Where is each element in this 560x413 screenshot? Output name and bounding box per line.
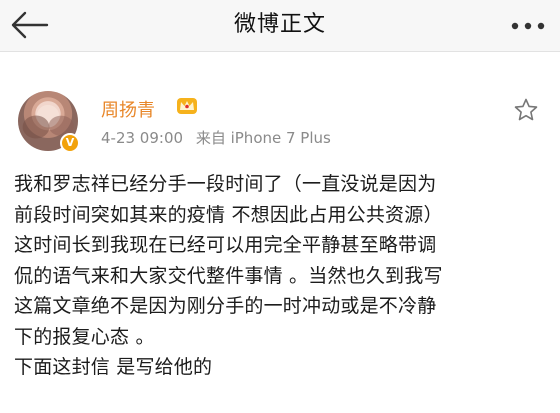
post-line: 侃的语气来和大家交代整件事情 。当然也久到我写: [14, 264, 443, 287]
author-name[interactable]: 周扬青: [101, 96, 155, 122]
verified-badge: V: [60, 133, 80, 153]
post-source: 来自 iPhone 7 Plus: [195, 129, 331, 147]
more-dots-icon: [511, 22, 545, 30]
post-line: 我和罗志祥已经分手一段时间了（一直没说是因为: [14, 173, 437, 195]
page-title: 微博正文: [233, 12, 326, 37]
post-content: 我和罗志祥已经分手一段时间了（一直没说是因为 前段时间突如其来的疫情 不想因此占…: [14, 169, 550, 383]
crown-icon: [177, 98, 197, 114]
post-meta: 4-23 09:00 来自 iPhone 7 Plus: [101, 127, 339, 148]
post-line: 前段时间突如其来的疫情 不想因此占用公共资源）: [14, 203, 443, 226]
post-line: 下的报复心态 。: [14, 325, 155, 348]
divider-band: [0, 53, 560, 83]
post-line: 这时间长到我现在已经可以用完全平静甚至略带调: [14, 234, 437, 256]
avatar[interactable]: V: [18, 91, 80, 153]
favorite-star-icon[interactable]: [513, 97, 539, 123]
top-navigation-bar: 微博正文: [0, 0, 560, 52]
post-line: 这篇文章绝不是因为刚分手的一时冲动或是不冷静: [14, 295, 437, 317]
post-time: 4-23 09:00: [101, 129, 184, 147]
more-button[interactable]: [504, 6, 552, 46]
post-line: 下面这封信 是写给他的: [14, 356, 213, 378]
post-card: V 周扬青 4-23 09:00 来自 iPhone 7 Plus 我和罗志祥已…: [0, 83, 560, 413]
